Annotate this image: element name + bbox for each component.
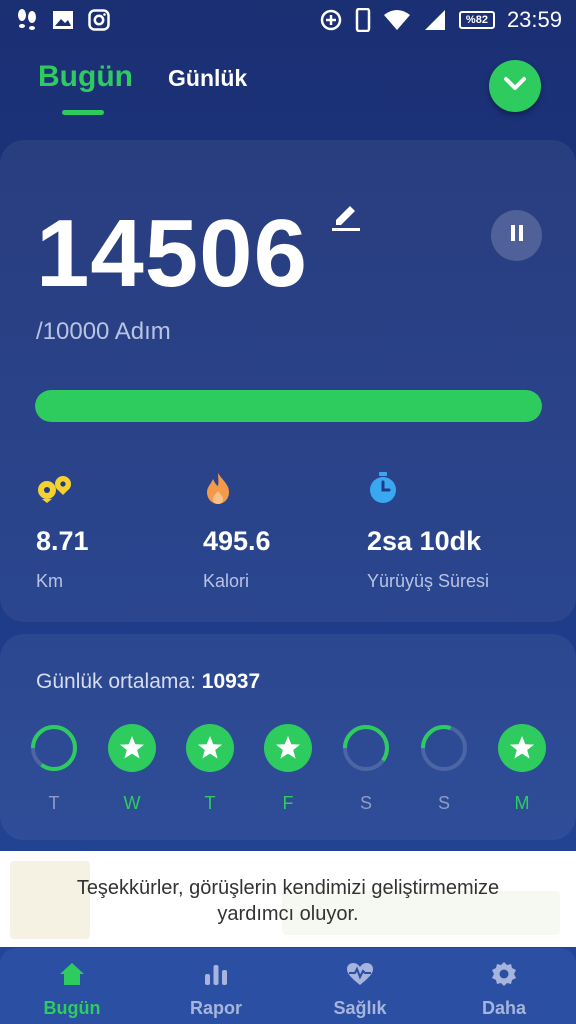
- step-progress-bar: [35, 390, 542, 422]
- star-icon: [498, 724, 546, 772]
- edit-icon[interactable]: [330, 200, 362, 237]
- home-icon: [59, 960, 85, 988]
- nav-item-today[interactable]: Bugün: [0, 948, 144, 1024]
- nav-item-report[interactable]: Rapor: [144, 948, 288, 1024]
- footsteps-icon: [16, 8, 38, 32]
- progress-ring-icon: [31, 725, 77, 771]
- weekly-card: Günlük ortalama: 10937 T W T F S S M: [0, 634, 576, 840]
- day-label: M: [514, 793, 530, 813]
- nav-label-health: Sağlık: [333, 998, 387, 1018]
- status-time: 23:59: [506, 7, 562, 32]
- status-bar-right: %82 23:59: [319, 7, 562, 33]
- star-icon: [264, 724, 312, 772]
- day-label: T: [48, 793, 60, 813]
- day-item: T: [185, 724, 235, 814]
- wifi-icon: [383, 9, 411, 31]
- walk-duration-value: 2sa 10dk: [367, 526, 482, 556]
- toast-line-2: yardımcı oluyor.: [217, 903, 359, 925]
- heart-pulse-icon: [346, 960, 374, 988]
- data-saver-icon: [319, 8, 343, 32]
- pause-button[interactable]: [491, 210, 542, 261]
- walk-duration-label: Yürüyüş Süresi: [367, 571, 490, 591]
- instagram-icon: [88, 9, 110, 31]
- header: Bugün Günlük: [0, 52, 576, 122]
- daily-average-label: Günlük ortalama:: [36, 670, 196, 693]
- stat-walk-duration: 2sa 10dk Yürüyüş Süresi: [367, 470, 567, 592]
- step-count: 14506: [36, 200, 308, 307]
- stopwatch-icon: [367, 470, 567, 506]
- day-item: M: [497, 724, 547, 814]
- gear-icon: [491, 960, 517, 988]
- star-icon: [186, 724, 234, 772]
- bottom-nav: Bugün Rapor Sağlık Daha: [0, 948, 576, 1024]
- steps-card: 14506 /10000 Adım 8.71 Km 495.6 Kalori 2…: [0, 140, 576, 622]
- step-goal: /10000 Adım: [36, 318, 171, 345]
- phone-icon: [355, 8, 371, 32]
- tab-today[interactable]: Bugün: [38, 60, 133, 94]
- nav-item-health[interactable]: Sağlık: [288, 948, 432, 1024]
- chevron-down-icon: [502, 75, 528, 98]
- nav-label-more: Daha: [481, 998, 526, 1018]
- day-label: S: [437, 793, 450, 813]
- tab-today-indicator: [62, 110, 104, 115]
- day-label: T: [204, 793, 216, 813]
- day-item: F: [263, 724, 313, 814]
- dropdown-button[interactable]: [489, 60, 541, 112]
- nav-label-today: Bugün: [43, 998, 101, 1018]
- daily-average: Günlük ortalama: 10937: [36, 670, 260, 694]
- nav-item-more[interactable]: Daha: [432, 948, 576, 1024]
- image-icon: [52, 10, 74, 30]
- battery-indicator: %82: [458, 11, 495, 29]
- signal-icon: [423, 9, 447, 31]
- tab-daily[interactable]: Günlük: [168, 65, 247, 92]
- toast-line-1: Teşekkürler, görüşlerin kendimizi gelişt…: [76, 877, 500, 899]
- day-item: S: [419, 724, 469, 814]
- status-bar: %82 23:59: [0, 0, 576, 40]
- star-icon: [108, 724, 156, 772]
- day-label: W: [123, 793, 141, 813]
- step-progress-fill: [35, 390, 542, 422]
- day-item: T: [29, 724, 79, 814]
- pause-icon: [509, 224, 525, 247]
- bar-chart-icon: [203, 960, 229, 988]
- day-item: S: [341, 724, 391, 814]
- day-item: W: [107, 724, 157, 814]
- day-label: F: [282, 793, 294, 813]
- progress-ring-icon: [343, 725, 389, 771]
- status-bar-left: [16, 8, 110, 32]
- day-label: S: [359, 793, 372, 813]
- feedback-toast: Teşekkürler, görüşlerin kendimizi gelişt…: [0, 851, 576, 947]
- nav-label-report: Rapor: [189, 998, 242, 1018]
- progress-ring-icon: [421, 725, 467, 771]
- daily-average-value: 10937: [201, 670, 261, 693]
